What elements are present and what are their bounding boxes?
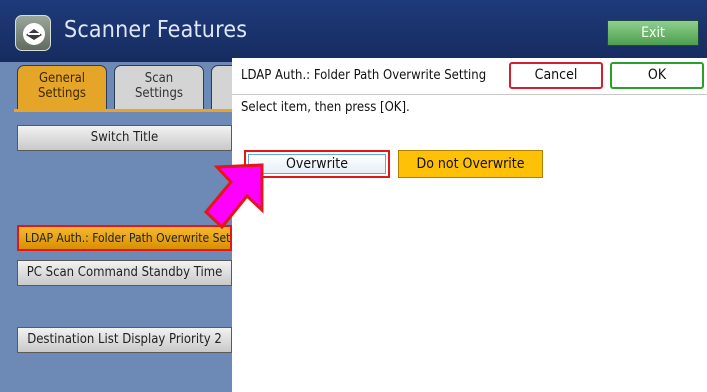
ok-button[interactable]: OK — [610, 62, 704, 89]
tab-label: Settings — [38, 86, 86, 101]
tab-underline — [14, 109, 232, 112]
scanner-app-icon — [15, 15, 51, 51]
pc-scan-standby-button[interactable]: PC Scan Command Standby Time — [17, 260, 232, 286]
option-label: Overwrite — [286, 156, 348, 172]
instruction-text: Select item, then press [OK]. — [241, 100, 410, 115]
cancel-button[interactable]: Cancel — [509, 62, 603, 89]
tab-label: General — [38, 71, 86, 86]
tab-scan-settings[interactable]: Scan Settings — [114, 65, 204, 109]
tab-label: Scan — [144, 71, 174, 86]
tab-label: Settings — [135, 86, 183, 101]
destination-list-priority-button[interactable]: Destination List Display Priority 2 — [17, 327, 232, 353]
exit-button[interactable]: Exit — [607, 20, 699, 46]
dialog-title: LDAP Auth.: Folder Path Overwrite Settin… — [241, 68, 487, 83]
tab-general-settings[interactable]: General Settings — [17, 65, 107, 109]
left-panel: General Settings Scan Settings Switch Ti… — [0, 62, 241, 392]
switch-title-button[interactable]: Switch Title — [17, 125, 232, 151]
pointer-arrow-icon — [203, 163, 264, 230]
app-title: Scanner Features — [64, 17, 248, 43]
title-bar: Scanner Features Exit — [0, 0, 707, 62]
dialog-header: LDAP Auth.: Folder Path Overwrite Settin… — [232, 58, 707, 95]
settings-dialog: LDAP Auth.: Folder Path Overwrite Settin… — [232, 58, 707, 392]
do-not-overwrite-option-button[interactable]: Do not Overwrite — [398, 150, 543, 178]
